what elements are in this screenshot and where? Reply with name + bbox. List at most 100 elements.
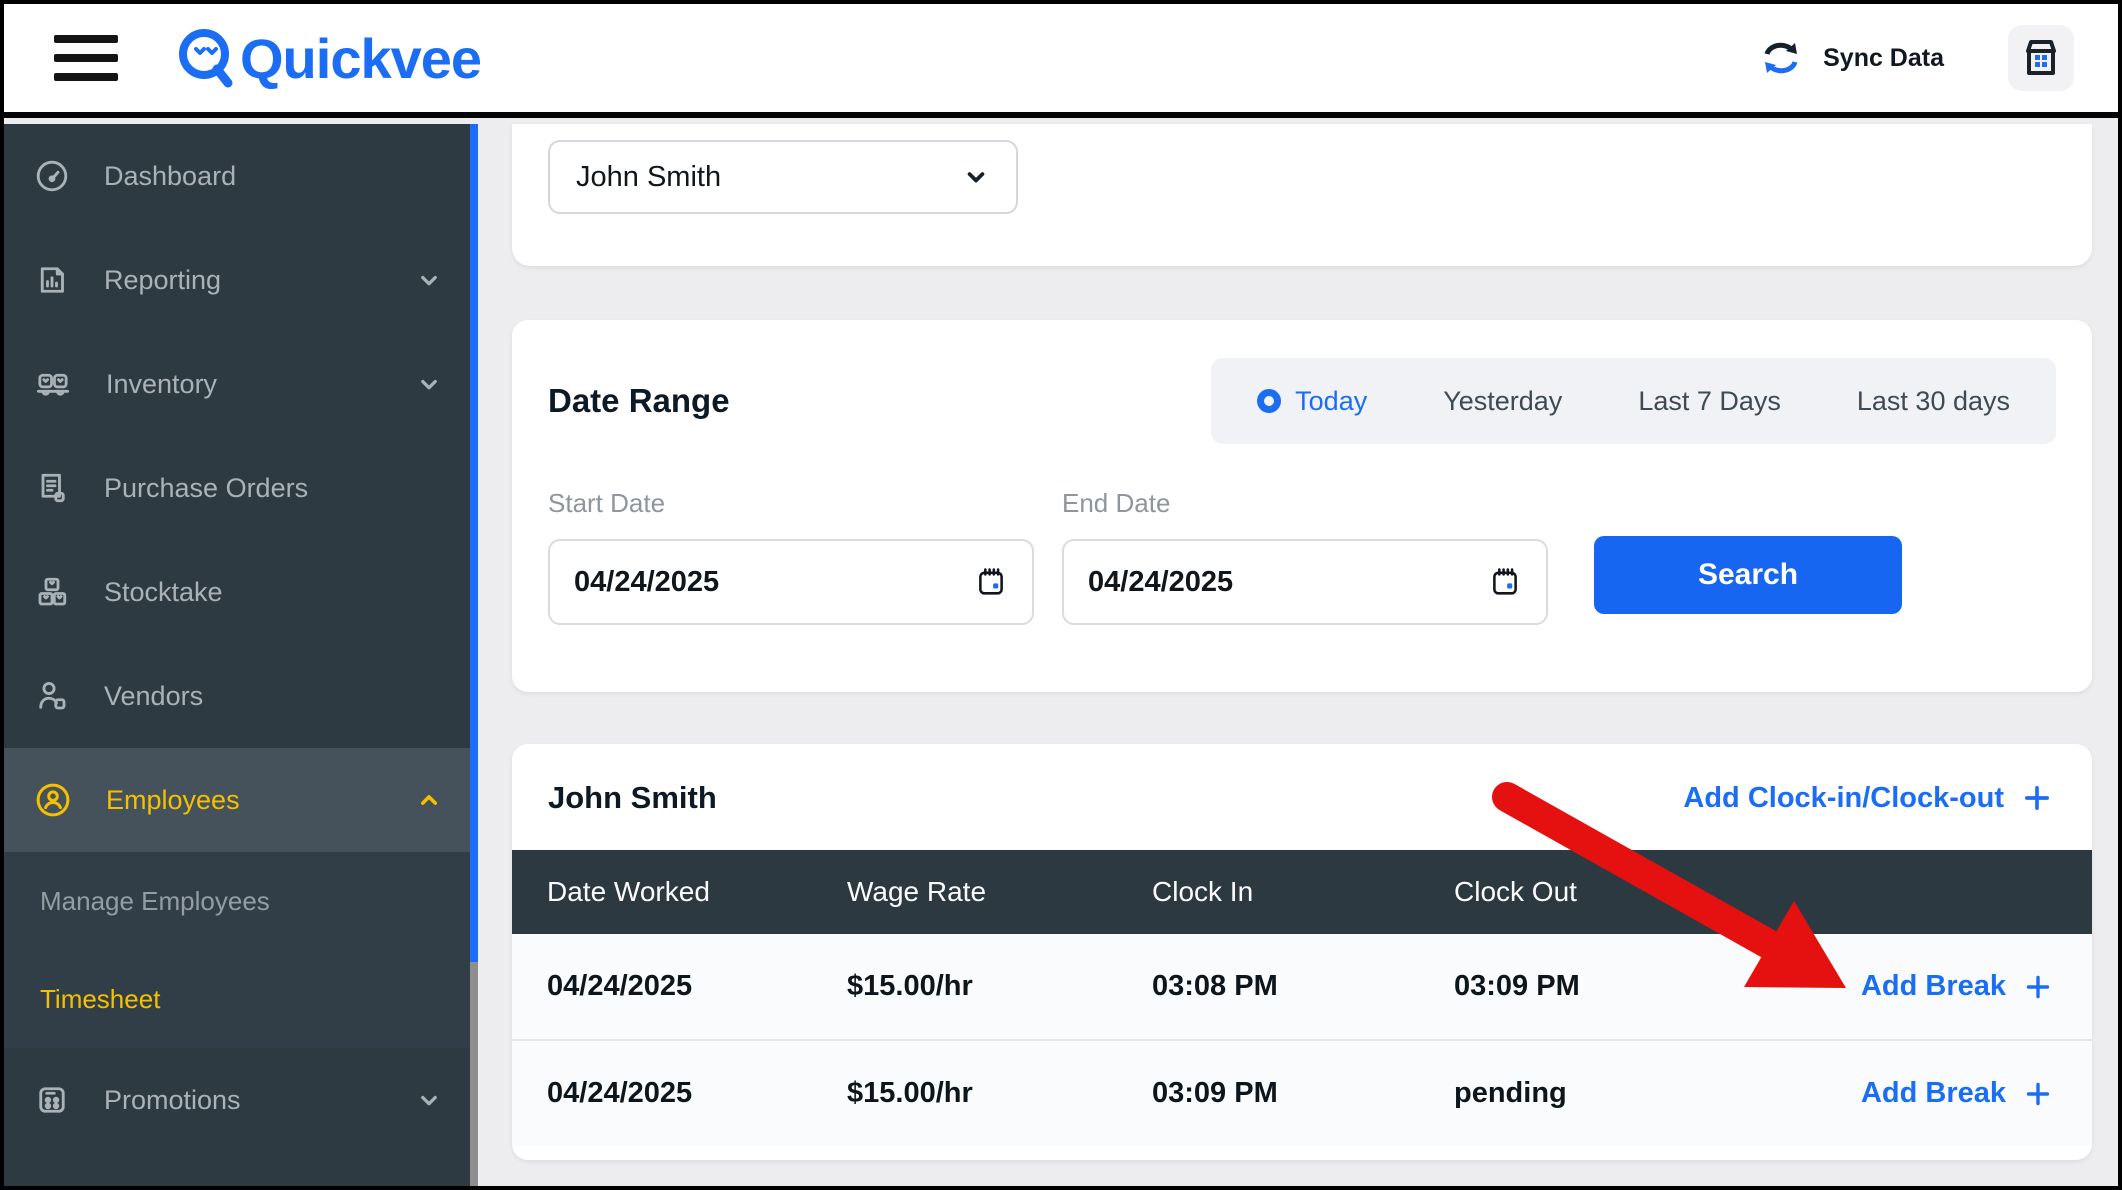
start-date-input[interactable]: 04/24/2025 [548, 539, 1034, 625]
sidebar-label: Reporting [104, 265, 221, 296]
preset-label: Today [1295, 386, 1367, 417]
sidebar-label: Inventory [106, 369, 217, 400]
plus-icon [2024, 973, 2052, 1001]
add-break-link[interactable]: Add Break [1861, 970, 2052, 1003]
search-button[interactable]: Search [1594, 536, 1902, 614]
employee-select-card: John Smith [512, 124, 2092, 266]
chevron-down-icon [414, 1085, 444, 1115]
preset-yesterday[interactable]: Yesterday [1443, 386, 1562, 417]
store-icon [2020, 37, 2062, 79]
sidebar-label: Purchase Orders [104, 473, 308, 504]
start-date-field: Start Date 04/24/2025 [548, 488, 1034, 625]
column-header-date-worked: Date Worked [512, 876, 847, 908]
timesheet-row: 04/24/2025 $15.00/hr 03:09 PM pending Ad… [512, 1041, 2092, 1146]
store-avatar-button[interactable] [2008, 25, 2074, 91]
cell-clock-in: 03:09 PM [1152, 1077, 1454, 1110]
sidebar-label: Vendors [104, 681, 203, 712]
employee-select[interactable]: John Smith [548, 140, 1018, 214]
header-right: Sync Data [1759, 25, 2074, 91]
preset-label: Yesterday [1443, 386, 1562, 417]
sidebar-label: Promotions [104, 1085, 241, 1116]
quickvee-q-mark-icon [176, 27, 238, 89]
sidebar-scrollbar-track[interactable] [470, 124, 478, 1186]
start-date-value: 04/24/2025 [574, 566, 719, 599]
calendar-icon[interactable] [1488, 565, 1522, 599]
gauge-icon [34, 158, 70, 194]
hamburger-menu-icon[interactable] [54, 35, 118, 81]
end-date-input[interactable]: 04/24/2025 [1062, 539, 1548, 625]
column-header-clock-out: Clock Out [1454, 876, 1754, 908]
sidebar-label: Manage Employees [40, 886, 270, 917]
app-window: Quickvee Sync Data [4, 4, 2118, 1186]
receipt-icon [34, 470, 70, 506]
cell-wage-rate: $15.00/hr [847, 1077, 1152, 1110]
end-date-field: End Date 04/24/2025 [1062, 488, 1548, 625]
sidebar-item-purchase-orders[interactable]: Purchase Orders [4, 436, 478, 540]
promo-grid-icon [34, 1082, 70, 1118]
chevron-down-icon [414, 265, 444, 295]
timesheet-table-header: Date Worked Wage Rate Clock In Clock Out [512, 850, 2092, 934]
vendor-person-icon [34, 678, 70, 714]
start-date-label: Start Date [548, 488, 1034, 519]
date-preset-tabs: Today Yesterday Last 7 Days Last 30 days [1211, 358, 2056, 444]
inventory-icon [34, 366, 72, 402]
sidebar-item-manage-employees[interactable]: Manage Employees [4, 852, 478, 950]
sidebar-item-reporting[interactable]: Reporting [4, 228, 478, 332]
timesheet-row: 04/24/2025 $15.00/hr 03:08 PM 03:09 PM A… [512, 934, 2092, 1041]
sync-arrows-icon [1759, 38, 1803, 78]
preset-label: Last 30 days [1857, 386, 2010, 417]
sidebar-item-inventory[interactable]: Inventory [4, 332, 478, 436]
report-icon [34, 262, 70, 298]
add-break-label: Add Break [1861, 1077, 2006, 1110]
person-circle-icon [34, 781, 72, 819]
add-clock-in-out-link[interactable]: Add Clock-in/Clock-out [1683, 782, 2052, 815]
employees-submenu: Manage Employees Timesheet [4, 852, 478, 1048]
preset-last-30-days[interactable]: Last 30 days [1857, 386, 2010, 417]
timesheet-card: John Smith Add Clock-in/Clock-out Date W… [512, 744, 2092, 1160]
sync-data-button[interactable]: Sync Data [1759, 38, 1944, 78]
radio-selected-icon [1257, 389, 1281, 413]
preset-last-7-days[interactable]: Last 7 Days [1638, 386, 1781, 417]
cell-date-worked: 04/24/2025 [512, 1077, 847, 1110]
sidebar-nav: Dashboard Reporting Inventory [4, 124, 478, 1186]
employee-select-value: John Smith [576, 161, 721, 194]
date-range-title: Date Range [548, 382, 730, 420]
sidebar-label: Employees [106, 785, 240, 816]
sidebar-item-vendors[interactable]: Vendors [4, 644, 478, 748]
plus-icon [2022, 783, 2052, 813]
top-header: Quickvee Sync Data [4, 4, 2118, 118]
preset-today[interactable]: Today [1257, 386, 1367, 417]
date-range-card: Date Range Today Yesterday Last 7 Days L… [512, 320, 2092, 692]
sidebar-item-employees[interactable]: Employees [4, 748, 478, 852]
chevron-up-icon [414, 785, 444, 815]
sync-data-label: Sync Data [1823, 44, 1944, 73]
sidebar-scrollbar-thumb[interactable] [470, 124, 478, 962]
calendar-icon[interactable] [974, 565, 1008, 599]
quickvee-logo[interactable]: Quickvee [176, 26, 481, 91]
cell-wage-rate: $15.00/hr [847, 970, 1152, 1003]
add-break-label: Add Break [1861, 970, 2006, 1003]
sidebar-item-promotions[interactable]: Promotions [4, 1048, 478, 1152]
boxes-icon [34, 574, 70, 610]
sidebar-label: Timesheet [40, 984, 160, 1015]
timesheet-employee-name: John Smith [548, 780, 717, 816]
sidebar-item-stocktake[interactable]: Stocktake [4, 540, 478, 644]
screenshot-frame: Quickvee Sync Data [0, 0, 2122, 1190]
chevron-down-icon [414, 369, 444, 399]
column-header-wage-rate: Wage Rate [847, 876, 1152, 908]
sidebar-item-dashboard[interactable]: Dashboard [4, 124, 478, 228]
logo-text: Quickvee [240, 26, 481, 91]
plus-icon [2024, 1080, 2052, 1108]
cell-date-worked: 04/24/2025 [512, 970, 847, 1003]
add-clock-in-out-label: Add Clock-in/Clock-out [1683, 782, 2004, 815]
cell-clock-out: pending [1454, 1077, 1754, 1110]
chevron-down-icon [962, 163, 990, 191]
sidebar-item-timesheet[interactable]: Timesheet [4, 950, 478, 1048]
cell-clock-in: 03:08 PM [1152, 970, 1454, 1003]
sidebar-label: Dashboard [104, 161, 236, 192]
sidebar-label: Stocktake [104, 577, 223, 608]
column-header-clock-in: Clock In [1152, 876, 1454, 908]
main-content: John Smith Date Range Today Yesterday La [478, 124, 2118, 1186]
cell-clock-out: 03:09 PM [1454, 970, 1754, 1003]
add-break-link[interactable]: Add Break [1861, 1077, 2052, 1110]
